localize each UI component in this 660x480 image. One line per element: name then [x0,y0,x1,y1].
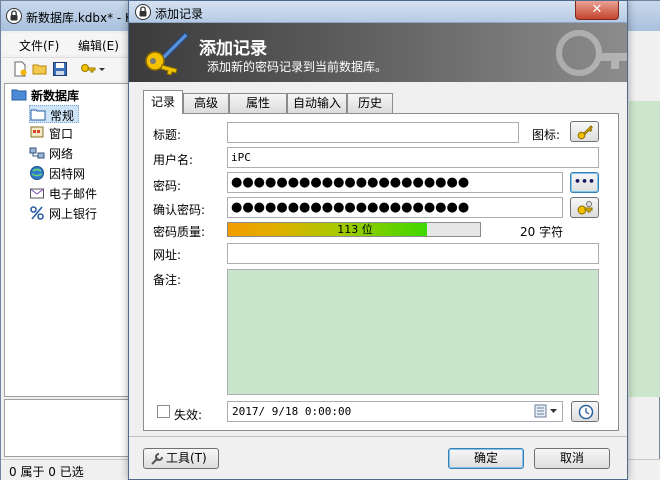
add-entry-dialog: 添加记录 ✕ 添加记录 添加新的密码记录到当前数据库。 记录 高级 属性 自动输… [128,0,628,480]
tree-group-label: 网络 [49,147,74,161]
expires-checkbox[interactable] [157,405,170,418]
password-label: 密码: [153,179,182,193]
main-toolbar [2,57,132,81]
tab-advanced[interactable]: 高级 [183,93,229,113]
banner-title: 添加记录 [199,39,267,59]
menu-edit[interactable]: 编辑(E) [78,37,119,54]
repeat-password-label: 确认密码: [153,203,206,217]
title-input[interactable] [227,122,519,143]
entry-list-header [629,31,660,101]
group-tree[interactable]: 新数据库 常规 窗口 网络 因特网 电子邮件 网上银行 [4,83,131,397]
email-icon [30,188,44,199]
tab-auto-type[interactable]: 自动输入 [287,93,347,113]
tab-entry[interactable]: 记录 [143,90,183,114]
notes-label: 备注: [153,273,182,287]
status-text: 0 属于 0 已选 [9,465,84,479]
repeat-password-input[interactable]: ●●●●●●●●●●●●●●●●●●●●● [227,197,563,218]
main-window-title: 新数据库.kdbx* - K [26,11,133,25]
icon-picker-button[interactable] [570,121,599,142]
username-input[interactable]: iPC [227,147,599,168]
expiry-presets-button[interactable] [571,401,599,422]
password-quality-text: 113 位 [337,223,373,236]
notes-textarea[interactable] [227,269,599,395]
dropdown-arrow-icon[interactable] [98,61,106,77]
open-folder-icon[interactable] [32,61,48,77]
quality-label: 密码质量: [153,225,206,239]
dialog-title: 添加记录 [155,7,204,21]
password-quality-bar: 113 位 [227,222,481,237]
password-length-text: 20 字符 [520,225,564,239]
expires-datetime-input[interactable]: 2017/ 9/18 0:00:00 [227,401,563,422]
password-generator-button[interactable] [570,197,599,218]
generator-key-icon [577,201,593,215]
tree-group-label: 因特网 [49,167,86,181]
entry-detail-pane [4,399,131,457]
ok-button[interactable]: 确定 [448,448,524,469]
tools-wrench-icon [151,453,163,465]
tools-button[interactable]: 工具(T) [143,448,219,469]
key-icon [577,125,593,140]
tree-group-general[interactable]: 常规 [29,105,79,123]
tree-group-label: 电子邮件 [49,187,98,201]
percent-icon [30,206,44,220]
url-label: 网址: [153,248,182,262]
password-input[interactable]: ●●●●●●●●●●●●●●●●●●●●● [227,172,563,193]
username-label: 用户名: [153,153,194,167]
expires-label: 失效: [174,408,203,422]
dialog-close-button[interactable]: ✕ [575,1,619,20]
tree-root-label: 新数据库 [31,89,80,103]
network-icon [29,147,45,159]
tree-group-label: 常规 [50,109,75,123]
tree-group-label: 网上银行 [49,207,98,221]
new-file-icon[interactable] [12,61,28,77]
toggle-password-visibility-button[interactable]: ••• [570,172,599,193]
save-icon[interactable] [52,61,68,77]
cancel-button[interactable]: 取消 [534,448,610,469]
dialog-titlebar[interactable]: 添加记录 ✕ [129,1,627,23]
entry-list[interactable] [629,101,660,397]
tools-button-label: 工具(T) [166,451,207,465]
key-pen-icon [145,32,189,76]
icon-label: 图标: [532,128,561,142]
tab-history[interactable]: 历史 [347,93,393,113]
windows-icon [30,126,44,138]
folder-icon [30,109,46,121]
bottom-separator [129,436,627,437]
calendar-dropdown-icon[interactable] [534,404,560,418]
banner-key-watermark-icon [556,30,627,76]
banner-subtitle: 添加新的密码记录到当前数据库。 [207,60,388,74]
keepass-lock-icon [135,4,151,20]
title-label: 标题: [153,128,182,142]
url-input[interactable] [227,243,599,264]
keepass-lock-icon [6,8,22,24]
tab-properties[interactable]: 属性 [229,93,287,113]
main-menubar: 文件(F) 编辑(E) [2,33,132,55]
menu-file[interactable]: 文件(F) [19,37,59,54]
globe-icon [30,166,44,180]
add-entry-key-icon[interactable] [80,61,96,77]
dialog-banner: 添加记录 添加新的密码记录到当前数据库。 [129,23,627,82]
database-folder-icon [11,89,27,101]
clock-icon [578,404,594,420]
tree-group-label: 窗口 [49,127,74,141]
